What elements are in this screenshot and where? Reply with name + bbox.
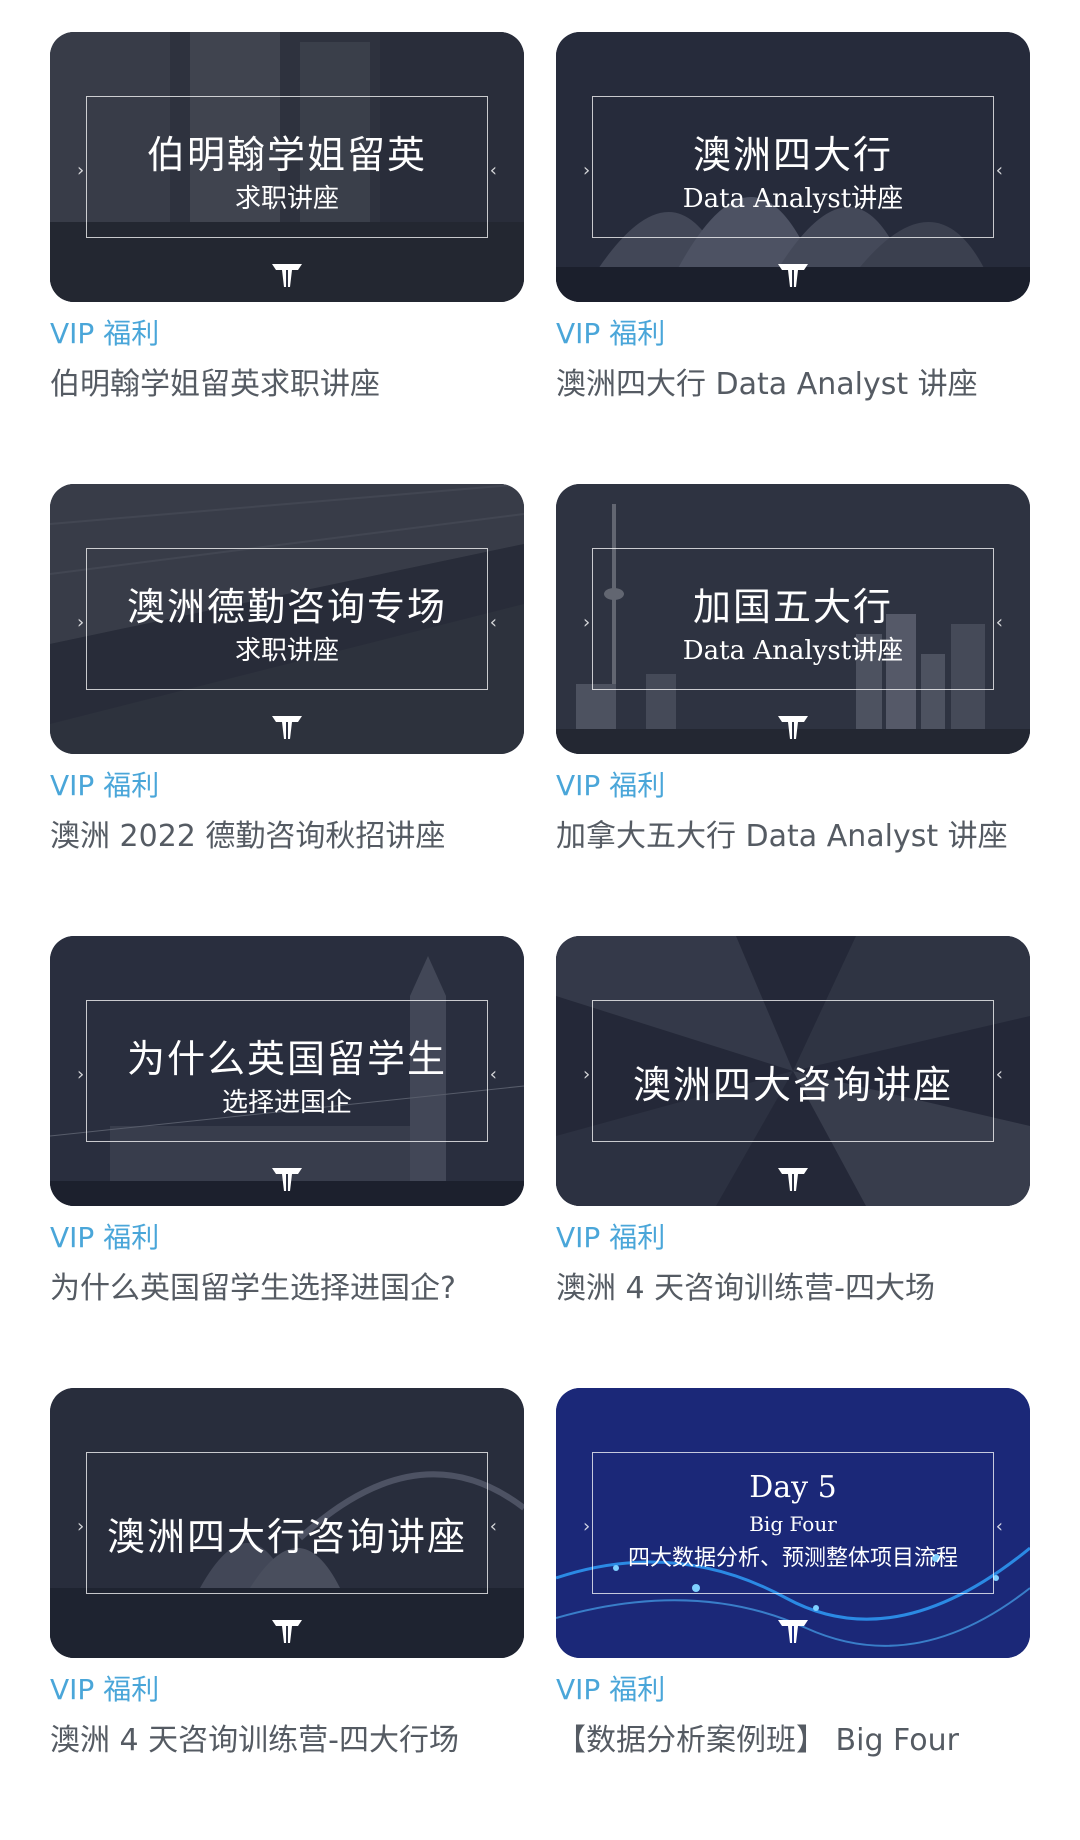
- vip-badge: VIP 福利: [50, 317, 160, 350]
- brand-logo-icon: [272, 716, 302, 739]
- thumbnail[interactable]: › ‹ Day 5 Big Four 四大数据分析、预测整体项目流程: [556, 1388, 1030, 1658]
- lecture-card-consulting-camp-banks[interactable]: › ‹ 澳洲四大行咨询讲座 VIP 福利 澳洲 4 天咨询训练营-四大行场: [50, 1388, 524, 1840]
- brand-logo-icon: [272, 1620, 302, 1643]
- thumb-title: 为什么英国留学生: [126, 1037, 447, 1081]
- card-caption[interactable]: 澳洲 4 天咨询训练营-四大场: [556, 1270, 1030, 1308]
- brand-logo-icon: [778, 264, 808, 287]
- card-caption[interactable]: 伯明翰学姐留英求职讲座: [50, 366, 524, 404]
- thumb-title: 伯明翰学姐留英: [146, 133, 427, 177]
- lecture-card-australia-banks[interactable]: › ‹ 澳洲四大行 Data Analyst讲座 VIP 福利 澳洲四大行 Da…: [556, 32, 1030, 484]
- thumb-subtitle: Data Analyst讲座: [682, 184, 904, 214]
- thumb-title: 澳洲四大行咨询讲座: [106, 1515, 467, 1559]
- thumb-subtitle: 求职讲座: [234, 636, 339, 666]
- thumb-subtitle: Big Four: [749, 1512, 837, 1536]
- thumbnail[interactable]: › ‹ 加国五大行 Data Analyst讲座: [556, 484, 1030, 754]
- card-caption[interactable]: 【数据分析案例班】 Big Four: [556, 1722, 1030, 1760]
- thumbnail[interactable]: › ‹ 伯明翰学姐留英 求职讲座: [50, 32, 524, 302]
- thumbnail[interactable]: › ‹ 澳洲四大咨询讲座: [556, 936, 1030, 1206]
- lecture-card-consulting-camp[interactable]: › ‹ 澳洲四大咨询讲座 VIP 福利 澳洲 4 天咨询训练营-四大场: [556, 936, 1030, 1388]
- card-caption[interactable]: 澳洲四大行 Data Analyst 讲座: [556, 366, 1030, 404]
- thumbnail[interactable]: › ‹ 为什么英国留学生 选择进国企: [50, 936, 524, 1206]
- brand-logo-icon: [778, 1168, 808, 1191]
- thumbnail[interactable]: › ‹ 澳洲四大行 Data Analyst讲座: [556, 32, 1030, 302]
- brand-logo-icon: [272, 264, 302, 287]
- thumb-title: 加国五大行: [692, 585, 893, 629]
- thumb-title: 澳洲四大行: [692, 133, 893, 177]
- brand-logo-icon: [778, 716, 808, 739]
- card-caption[interactable]: 加拿大五大行 Data Analyst 讲座: [556, 818, 1030, 856]
- lecture-card-data-analysis[interactable]: › ‹ Day 5 Big Four 四大数据分析、预测整体项目流程 VIP 福…: [556, 1388, 1030, 1840]
- lecture-card-birmingham[interactable]: › ‹ 伯明翰学姐留英 求职讲座 VIP 福利 伯明翰学姐留英求职讲座: [50, 32, 524, 484]
- card-caption[interactable]: 为什么英国留学生选择进国企?: [50, 1270, 524, 1308]
- lecture-card-uk-soe[interactable]: › ‹ 为什么英国留学生 选择进国企 VIP 福利 为什么英国留学生选择进国企?: [50, 936, 524, 1388]
- lecture-grid: › ‹ 伯明翰学姐留英 求职讲座 VIP 福利 伯明翰学姐留英求职讲座 › ‹ …: [50, 32, 1030, 1840]
- vip-badge: VIP 福利: [556, 1221, 666, 1254]
- vip-badge: VIP 福利: [556, 1673, 666, 1706]
- vip-badge: VIP 福利: [556, 317, 666, 350]
- thumb-subtitle: Data Analyst讲座: [682, 636, 904, 666]
- vip-badge: VIP 福利: [556, 769, 666, 802]
- thumb-title: 澳洲德勤咨询专场: [126, 585, 447, 629]
- vip-badge: VIP 福利: [50, 1221, 160, 1254]
- thumb-detail: 四大数据分析、预测整体项目流程: [627, 1546, 958, 1571]
- vip-badge: VIP 福利: [50, 1673, 160, 1706]
- thumb-day: Day 5: [749, 1470, 837, 1505]
- card-caption[interactable]: 澳洲 4 天咨询训练营-四大行场: [50, 1722, 524, 1760]
- lecture-card-deloitte[interactable]: › ‹ 澳洲德勤咨询专场 求职讲座 VIP 福利 澳洲 2022 德勤咨询秋招讲…: [50, 484, 524, 936]
- thumbnail[interactable]: › ‹ 澳洲四大行咨询讲座: [50, 1388, 524, 1658]
- thumb-subtitle: 求职讲座: [234, 184, 339, 214]
- vip-badge: VIP 福利: [50, 769, 160, 802]
- brand-logo-icon: [778, 1620, 808, 1643]
- thumb-subtitle: 选择进国企: [221, 1088, 352, 1118]
- lecture-card-canada-banks[interactable]: › ‹ 加国五大行 Data Analyst讲座 VIP 福利 加拿大五大行 D…: [556, 484, 1030, 936]
- thumbnail[interactable]: › ‹ 澳洲德勤咨询专场 求职讲座: [50, 484, 524, 754]
- thumb-title: 澳洲四大咨询讲座: [632, 1063, 953, 1107]
- brand-logo-icon: [272, 1168, 302, 1191]
- card-caption[interactable]: 澳洲 2022 德勤咨询秋招讲座: [50, 818, 524, 856]
